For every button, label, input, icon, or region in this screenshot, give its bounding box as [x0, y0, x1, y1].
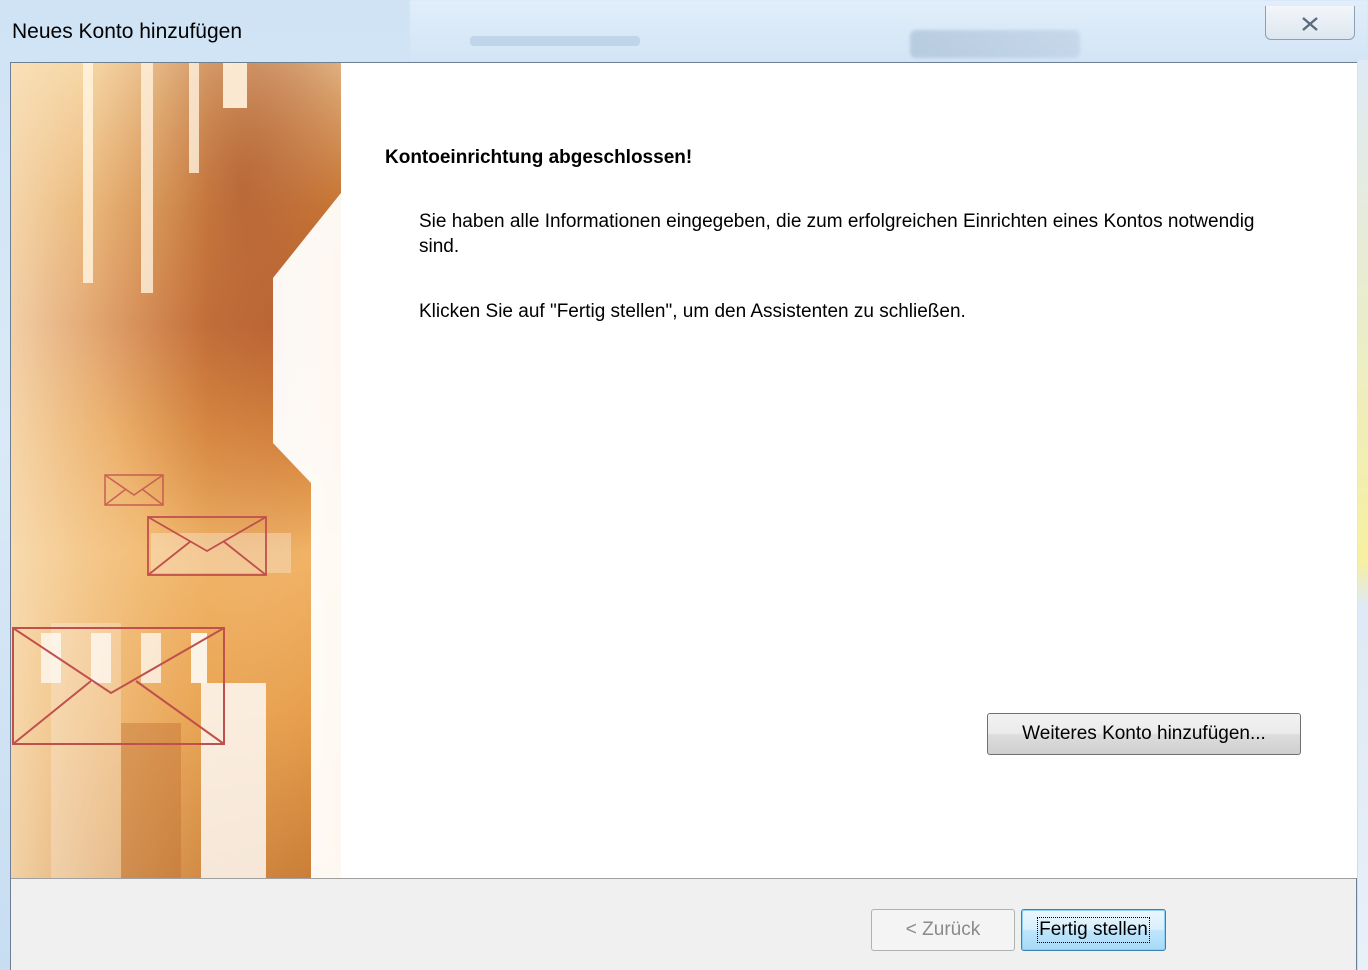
- page-heading: Kontoeinrichtung abgeschlossen!: [385, 147, 693, 168]
- info-text: Sie haben alle Informationen eingegeben,…: [419, 211, 1255, 257]
- close-button[interactable]: [1265, 6, 1355, 40]
- finish-button-label: Fertig stellen: [1037, 917, 1150, 943]
- wizard-footer: < Zurück Fertig stellen: [11, 878, 1356, 970]
- finish-button[interactable]: Fertig stellen: [1021, 909, 1166, 951]
- wizard-banner: [11, 63, 341, 878]
- back-button[interactable]: < Zurück: [871, 909, 1015, 951]
- instruction-text: Klicken Sie auf "Fertig stellen", um den…: [419, 301, 966, 322]
- background-window-edge: [1358, 60, 1368, 970]
- title-bar: Neues Konto hinzufügen: [0, 0, 1368, 62]
- add-account-dialog: Kontoeinrichtung abgeschlossen! Sie habe…: [10, 62, 1357, 970]
- wizard-content: Kontoeinrichtung abgeschlossen! Sie habe…: [341, 63, 1357, 878]
- banner-graphic: [11, 63, 341, 878]
- close-icon: [1302, 17, 1318, 31]
- add-another-account-button[interactable]: Weiteres Konto hinzufügen...: [987, 713, 1301, 755]
- window-title: Neues Konto hinzufügen: [12, 20, 243, 43]
